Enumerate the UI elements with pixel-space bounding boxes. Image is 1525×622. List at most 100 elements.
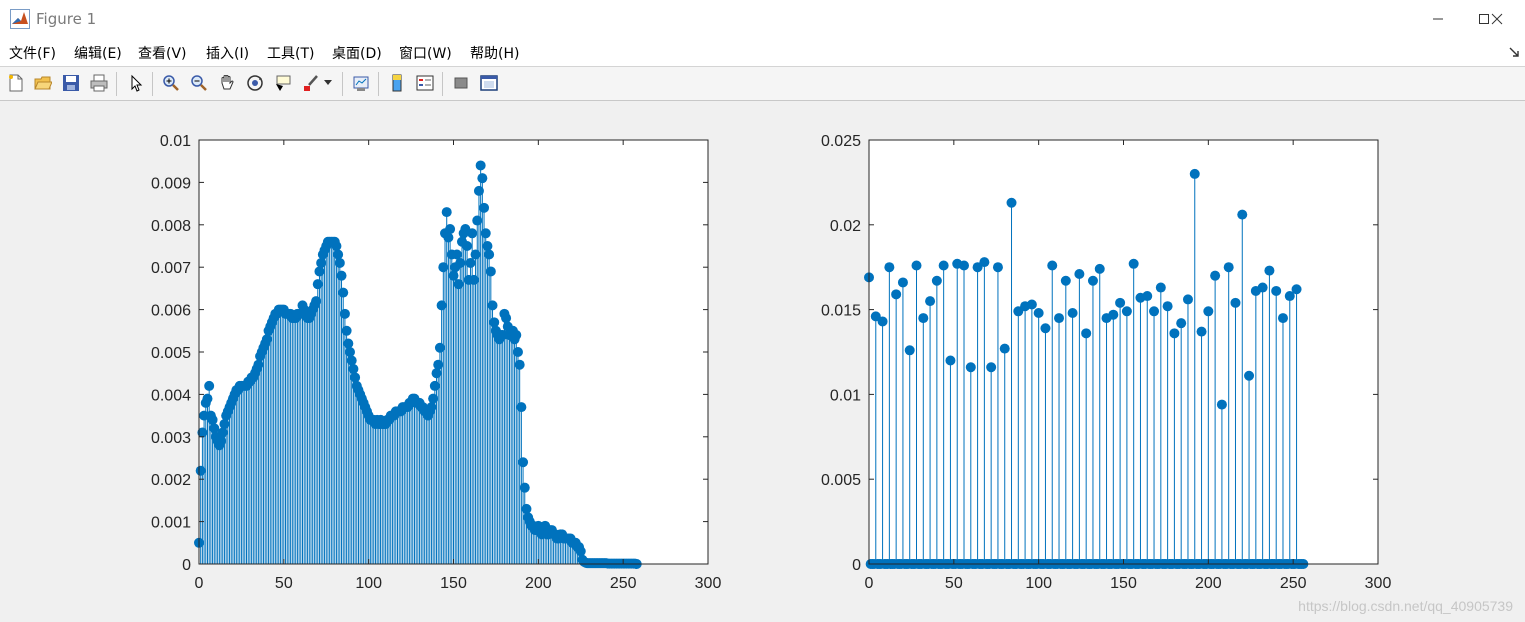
x-tick-label: 100 bbox=[355, 575, 382, 592]
stem-marker bbox=[470, 249, 481, 260]
colorbar-button[interactable] bbox=[386, 72, 408, 94]
stem-marker bbox=[521, 503, 532, 514]
show-plot-tools-button[interactable] bbox=[478, 72, 500, 94]
menu-desktop[interactable]: 桌面(D) bbox=[332, 43, 382, 63]
x-tick-label: 150 bbox=[1110, 575, 1137, 592]
pan-button[interactable] bbox=[216, 72, 238, 94]
stem-marker bbox=[311, 296, 322, 307]
select-button[interactable] bbox=[125, 72, 147, 94]
x-tick-label: 0 bbox=[865, 575, 874, 592]
stem-marker bbox=[217, 427, 228, 438]
stem-marker bbox=[891, 289, 902, 300]
x-tick-label: 50 bbox=[275, 575, 293, 592]
y-tick-label: 0.008 bbox=[151, 218, 191, 235]
x-tick-label: 200 bbox=[1195, 575, 1222, 592]
stem-marker bbox=[1067, 307, 1078, 318]
stem-marker bbox=[877, 316, 888, 327]
zoom-in-icon bbox=[163, 75, 179, 91]
stem-marker bbox=[986, 362, 997, 373]
stem-marker bbox=[1244, 370, 1255, 381]
stem-marker bbox=[436, 300, 447, 311]
stem-marker bbox=[343, 338, 354, 349]
x-tick-label: 250 bbox=[1280, 575, 1307, 592]
y-tick-label: 0.01 bbox=[160, 133, 191, 150]
stem-marker bbox=[345, 347, 356, 357]
stem-marker bbox=[1223, 262, 1234, 273]
axes-1[interactable]: 0 50 100 150 200 250 300 0 0.001 0.002 0.003 0.004 0… bbox=[151, 133, 721, 592]
menu-window[interactable]: 窗口(W) bbox=[399, 43, 452, 63]
data-cursor-button[interactable] bbox=[272, 72, 294, 94]
x-tick-label: 250 bbox=[610, 575, 637, 592]
open-file-button[interactable] bbox=[32, 72, 54, 94]
brush-button[interactable] bbox=[300, 72, 322, 94]
stem-marker bbox=[965, 362, 976, 373]
select-arrow-icon bbox=[131, 74, 143, 92]
stem-marker bbox=[1026, 299, 1037, 310]
stem-marker bbox=[433, 359, 444, 370]
stem-marker bbox=[925, 296, 936, 307]
dock-arrow-icon[interactable] bbox=[1508, 46, 1520, 58]
stem-marker bbox=[1155, 282, 1166, 293]
print-icon bbox=[90, 74, 108, 92]
zoom-in-button[interactable] bbox=[160, 72, 182, 94]
stem-marker bbox=[999, 343, 1010, 354]
stem-marker bbox=[453, 279, 464, 290]
new-figure-button[interactable] bbox=[5, 72, 27, 94]
save-button[interactable] bbox=[60, 72, 82, 94]
stem-marker bbox=[484, 249, 495, 260]
stem-marker bbox=[485, 266, 496, 277]
print-button[interactable] bbox=[88, 72, 110, 94]
stem-marker bbox=[501, 313, 512, 324]
y-tick-label: 0.015 bbox=[821, 303, 861, 320]
y-tick-label: 0.005 bbox=[151, 345, 191, 362]
stem-marker bbox=[1277, 313, 1288, 324]
brush-dropdown-button[interactable] bbox=[322, 72, 334, 94]
watermark: https://blog.csdn.net/qq_40905739 bbox=[1298, 598, 1513, 614]
stem-marker bbox=[1162, 301, 1173, 312]
close-button[interactable] bbox=[1474, 0, 1520, 38]
menu-insert[interactable]: 插入(I) bbox=[206, 43, 249, 63]
stem-marker bbox=[253, 359, 264, 370]
stem-marker bbox=[261, 334, 272, 345]
stem-marker bbox=[938, 260, 949, 271]
stem-marker bbox=[904, 345, 915, 356]
stem-marker bbox=[979, 257, 990, 268]
x-tick-label: 300 bbox=[695, 575, 722, 592]
menu-help[interactable]: 帮助(H) bbox=[470, 43, 519, 63]
stem-marker bbox=[434, 342, 445, 353]
hide-plot-tools-icon bbox=[454, 77, 468, 89]
menu-view[interactable]: 查看(V) bbox=[138, 43, 187, 63]
axes-2[interactable]: 0 50 100 150 200 250 300 0 0.005 0.01 0.015 0.02 0.0… bbox=[821, 133, 1391, 592]
new-figure-icon bbox=[9, 74, 23, 92]
y-tick-label: 0.009 bbox=[151, 175, 191, 192]
menu-file[interactable]: 文件(F) bbox=[9, 43, 56, 63]
y-tick-label: 0.004 bbox=[151, 387, 191, 404]
open-file-icon bbox=[34, 76, 52, 90]
stem-marker bbox=[884, 262, 895, 273]
stem-marker bbox=[341, 325, 352, 336]
stem-marker bbox=[1047, 260, 1058, 271]
hide-plot-tools-button[interactable] bbox=[450, 72, 472, 94]
stem-marker bbox=[514, 359, 525, 370]
stem-marker bbox=[462, 241, 473, 251]
stem-marker bbox=[1149, 306, 1160, 317]
menu-edit[interactable]: 编辑(E) bbox=[74, 43, 122, 63]
stem-marker bbox=[1189, 168, 1200, 179]
stem-marker bbox=[338, 287, 349, 298]
stem-marker bbox=[1237, 209, 1248, 220]
link-plot-button[interactable] bbox=[350, 72, 372, 94]
stem-marker bbox=[1054, 313, 1065, 324]
stem-marker bbox=[441, 207, 452, 218]
y-tick-label: 0.007 bbox=[151, 260, 191, 277]
zoom-out-button[interactable] bbox=[188, 72, 210, 94]
stem-marker bbox=[511, 330, 522, 341]
stem-marker bbox=[1094, 263, 1105, 274]
rotate-3d-button[interactable] bbox=[244, 72, 266, 94]
y-tick-label: 0.005 bbox=[821, 472, 861, 489]
legend-button[interactable] bbox=[414, 72, 436, 94]
y-tick-label: 0 bbox=[852, 557, 861, 574]
stem-marker bbox=[1264, 265, 1275, 276]
stem-marker bbox=[911, 260, 922, 271]
stem-marker bbox=[1128, 258, 1139, 269]
menu-tools[interactable]: 工具(T) bbox=[267, 43, 314, 63]
